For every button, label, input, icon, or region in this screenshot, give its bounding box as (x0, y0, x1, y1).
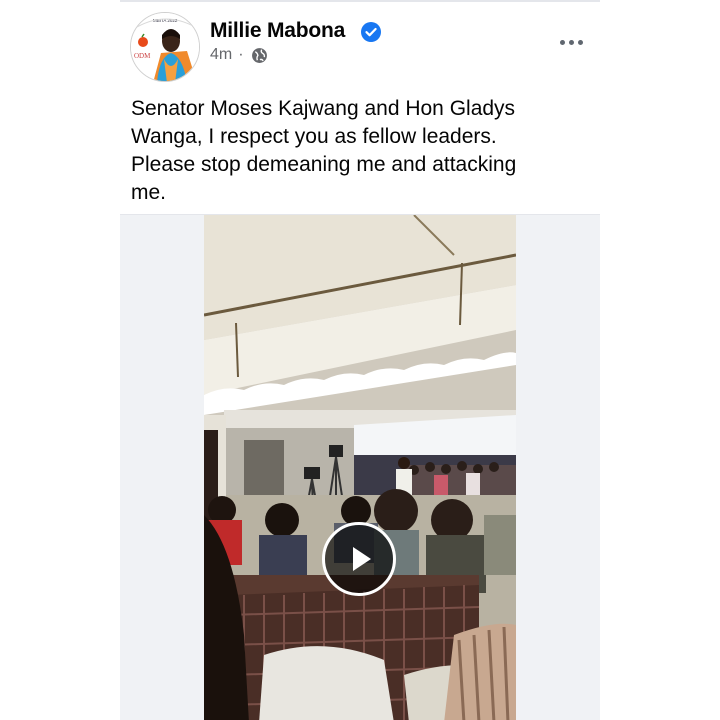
page: ODM MBITA 2022 Millie Mabona 4m · Senato… (0, 0, 720, 720)
more-dot (568, 39, 574, 45)
more-dot (559, 39, 565, 45)
post-media (120, 214, 600, 720)
video-player[interactable] (204, 215, 516, 720)
avatar-logo-text: ODM (134, 52, 151, 60)
more-dot (577, 39, 583, 45)
post-timestamp[interactable]: 4m (210, 46, 232, 64)
verified-badge-icon (361, 22, 381, 42)
post-card: ODM MBITA 2022 Millie Mabona 4m · Senato… (120, 0, 600, 720)
post-header: ODM MBITA 2022 Millie Mabona 4m · (120, 2, 600, 92)
play-button[interactable] (322, 522, 396, 596)
post-meta: 4m · (210, 46, 268, 64)
play-icon (352, 547, 371, 571)
video-thumbnail (204, 215, 516, 720)
avatar[interactable]: ODM MBITA 2022 (130, 12, 200, 82)
globe-icon[interactable] (251, 47, 268, 64)
author-name[interactable]: Millie Mabona (210, 19, 345, 43)
avatar-image: ODM MBITA 2022 (131, 13, 199, 81)
meta-separator: · (238, 46, 244, 63)
more-options-button[interactable] (554, 30, 588, 54)
post-text: Senator Moses Kajwang and Hon Gladys Wan… (131, 97, 517, 204)
